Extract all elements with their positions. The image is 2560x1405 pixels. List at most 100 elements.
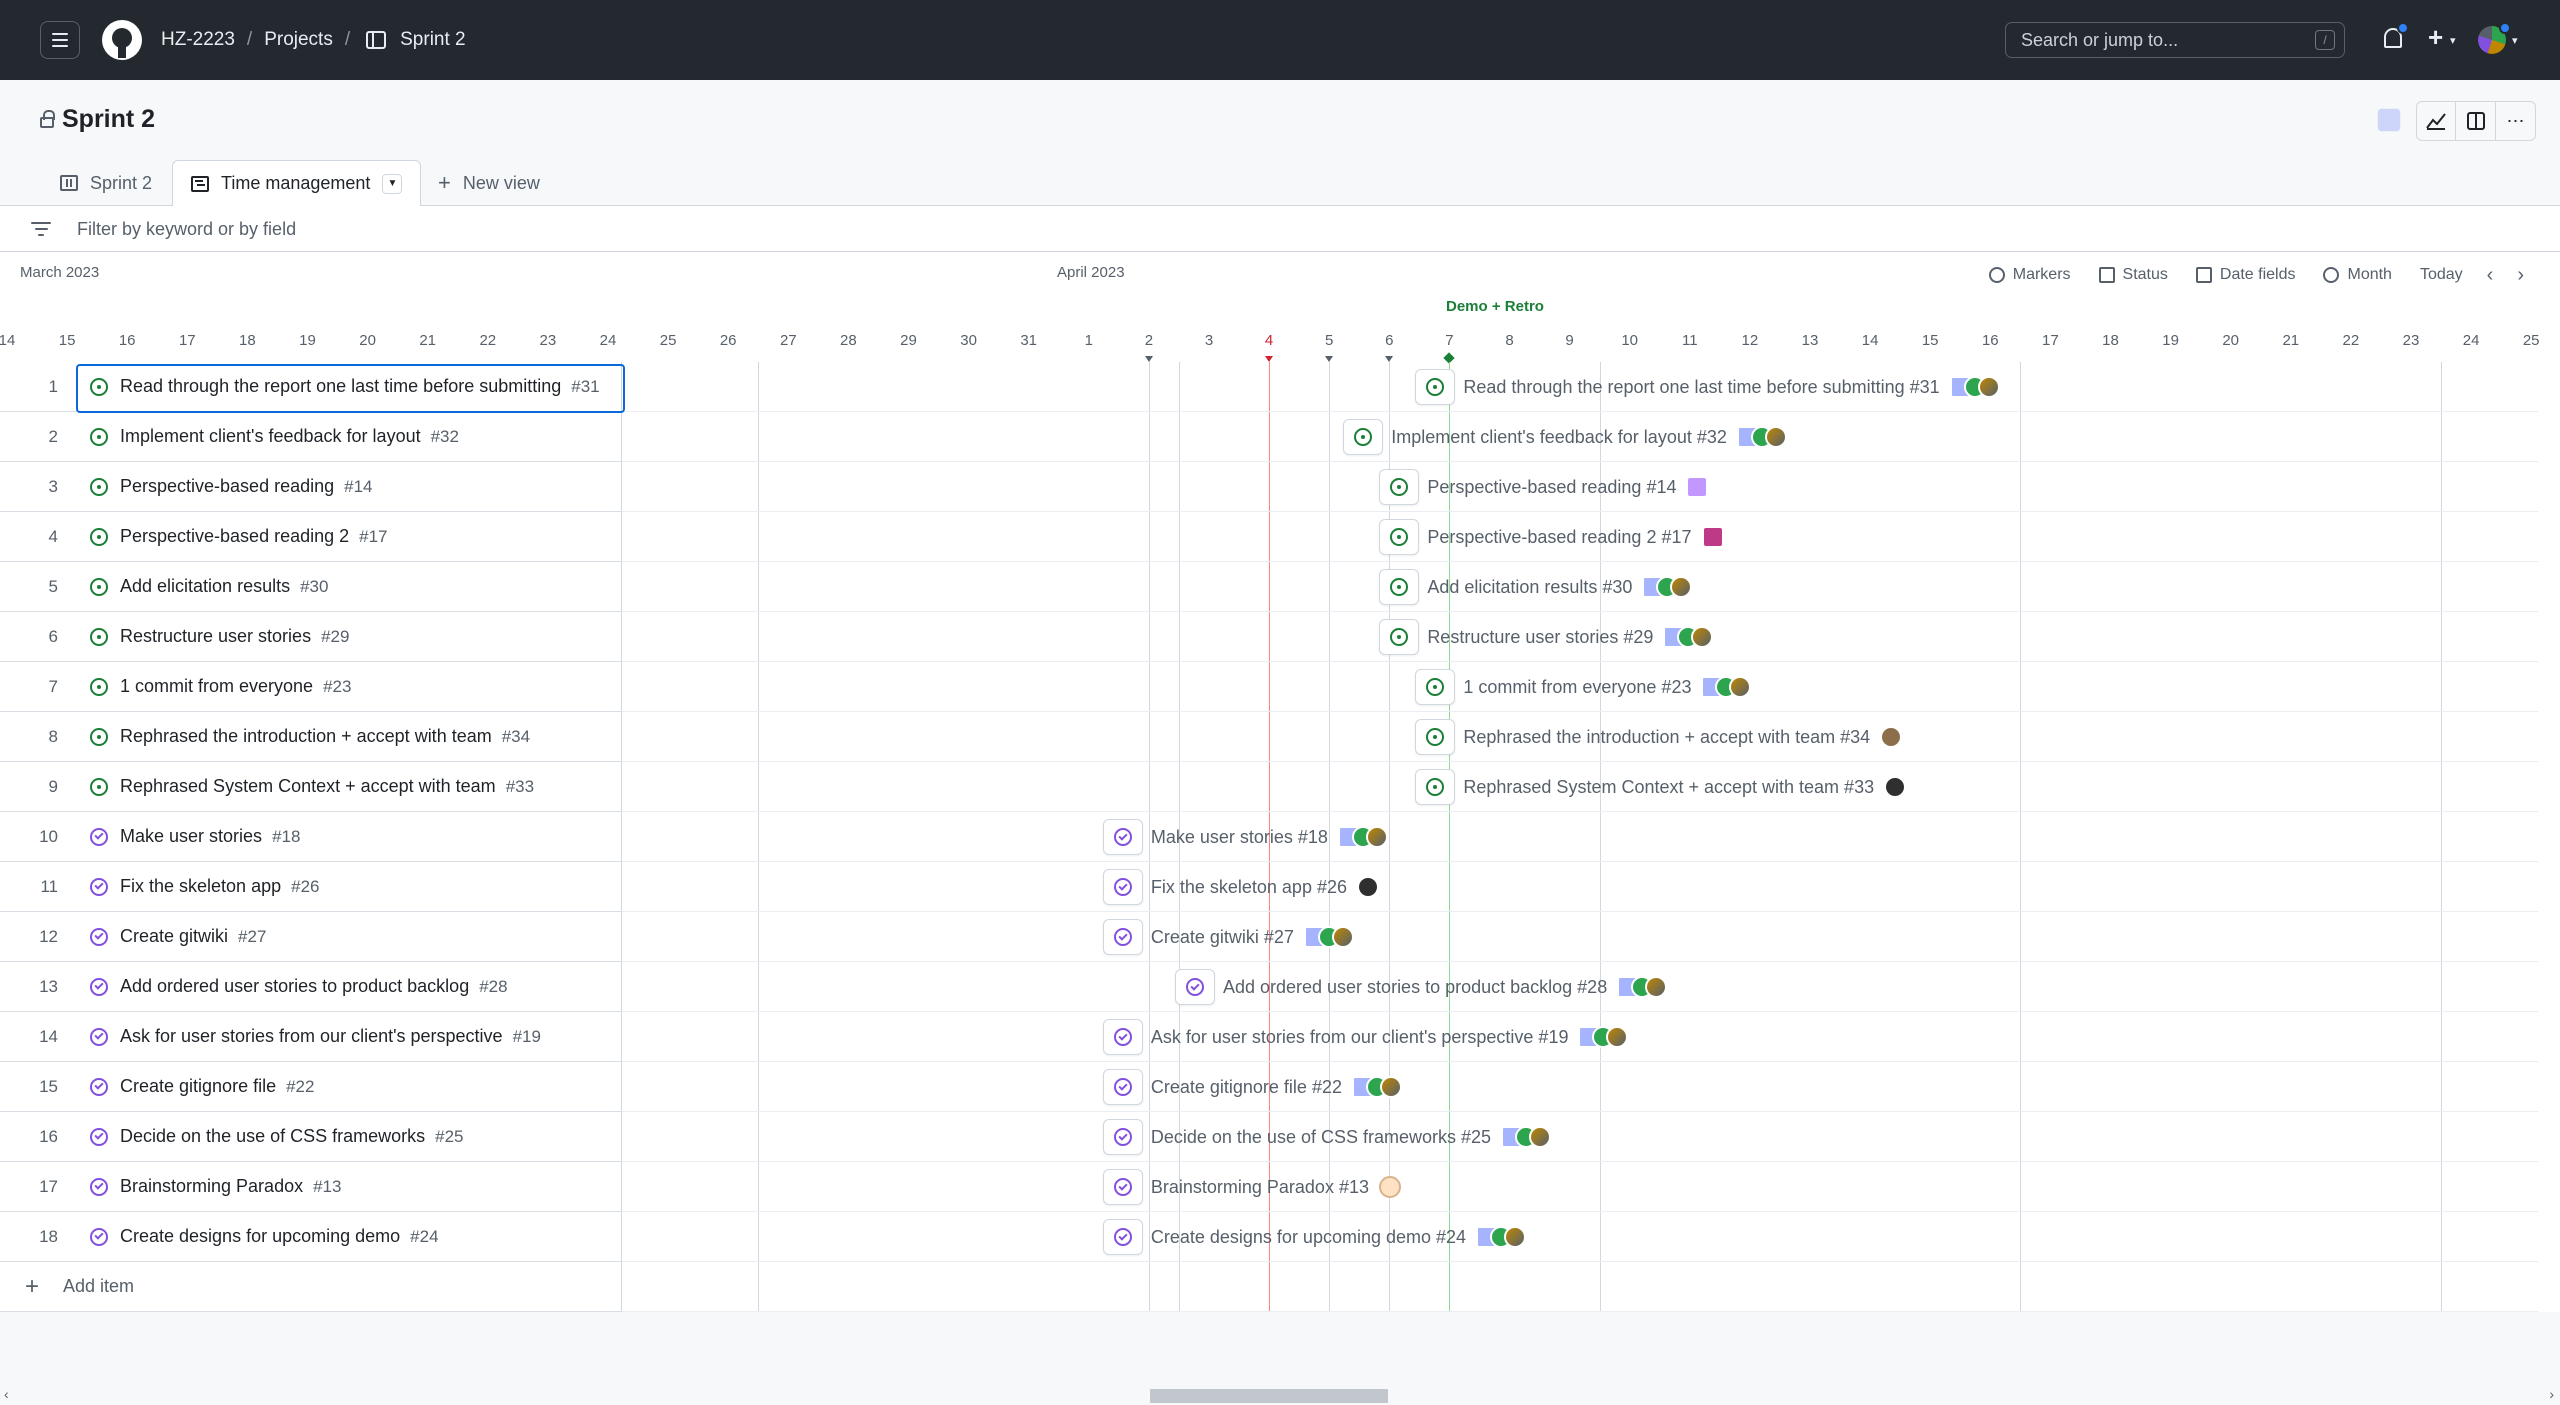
scroll-left-arrow-icon[interactable]: ‹ [4, 1386, 9, 1402]
item-title[interactable]: Restructure user stories [120, 626, 311, 647]
tab-time-management[interactable]: Time management ▼ [172, 160, 422, 207]
item-title[interactable]: Implement client's feedback for layout [120, 426, 421, 447]
item-title[interactable]: Make user stories [120, 826, 262, 847]
assignee-avatar[interactable] [1645, 976, 1668, 998]
sort-status-button[interactable]: Status [2098, 266, 2168, 284]
assignee-avatar[interactable] [1880, 726, 1903, 748]
timeline-item-bar[interactable]: Brainstorming Paradox #13 [1102, 1167, 1401, 1207]
markers-button[interactable]: Markers [1988, 266, 2071, 284]
timeline-item-bar[interactable]: Decide on the use of CSS frameworks #25 [1102, 1117, 1552, 1157]
table-row[interactable]: 1 Read through the report one last time b… [0, 362, 625, 413]
assignee-avatar[interactable] [1379, 1076, 1402, 1098]
github-logo-icon[interactable] [102, 20, 142, 60]
item-title[interactable]: Fix the skeleton app [120, 876, 281, 897]
item-title[interactable]: Decide on the use of CSS frameworks [120, 1126, 425, 1147]
sidebar-panel-icon[interactable] [2456, 101, 2496, 141]
item-title[interactable]: 1 commit from everyone [120, 676, 313, 697]
item-status-pill[interactable] [1415, 769, 1456, 805]
breadcrumb-projects[interactable]: Projects [264, 29, 333, 51]
table-row[interactable]: 12 Create gitwiki #27 [0, 912, 622, 962]
item-status-pill[interactable] [1102, 869, 1143, 905]
more-options-icon[interactable]: ⋯ [2496, 101, 2536, 141]
item-status-pill[interactable] [1379, 469, 1420, 505]
assignee-avatar[interactable] [1529, 1126, 1552, 1148]
assignee-avatar[interactable] [1701, 526, 1724, 548]
assignee-avatar[interactable] [1691, 626, 1714, 648]
tab-sprint-2[interactable]: Sprint 2 [60, 160, 152, 206]
search-input[interactable]: Search or jump to... / [2005, 22, 2345, 58]
item-title[interactable]: Read through the report one last time be… [120, 376, 561, 397]
assignee-avatar[interactable] [1729, 676, 1752, 698]
assignee-avatar[interactable] [1606, 1026, 1629, 1048]
timeline-item-bar[interactable]: Ask for user stories from our client's p… [1102, 1017, 1629, 1057]
item-status-pill[interactable] [1102, 1069, 1143, 1105]
timeline-item-bar[interactable]: 1 commit from everyone #23 [1415, 667, 1752, 707]
timeline-item-bar[interactable]: Implement client's feedback for layout #… [1343, 417, 1787, 457]
zoom-level-button[interactable]: Month [2323, 266, 2392, 284]
timeline-item-bar[interactable]: Add ordered user stories to product back… [1174, 967, 1668, 1007]
assignee-avatar[interactable] [1884, 776, 1907, 798]
item-title[interactable]: Perspective-based reading [120, 476, 334, 497]
timeline-item-bar[interactable]: Create gitignore file #22 [1102, 1067, 1402, 1107]
item-title[interactable]: Ask for user stories from our client's p… [120, 1026, 503, 1047]
table-row[interactable]: 15 Create gitignore file #22 [0, 1062, 622, 1112]
chevron-left-icon[interactable]: ‹ [2487, 264, 2494, 287]
table-row[interactable]: 14 Ask for user stories from our client's… [0, 1012, 622, 1062]
table-row[interactable]: 8 Rephrased the introduction + accept wit… [0, 712, 622, 762]
item-status-pill[interactable] [1102, 819, 1143, 855]
add-item-button[interactable]: + Add item [0, 1262, 622, 1312]
tab-new-view[interactable]: + New view [438, 160, 540, 206]
breadcrumb-board[interactable]: Sprint 2 [400, 29, 465, 51]
timeline-item-bar[interactable]: Perspective-based reading #14 [1379, 467, 1709, 507]
item-status-pill[interactable] [1379, 569, 1420, 605]
item-title[interactable]: Rephrased the introduction + accept with… [120, 726, 492, 747]
date-fields-button[interactable]: Date fields [2195, 266, 2295, 284]
assignee-avatar[interactable] [1365, 826, 1388, 848]
assignee-avatar[interactable] [1670, 576, 1693, 598]
assignee-avatar[interactable] [1977, 376, 2000, 398]
table-row[interactable]: 6 Restructure user stories #29 [0, 612, 622, 662]
timeline-item-bar[interactable]: Restructure user stories #29 [1379, 617, 1714, 657]
tab-options-chevron-icon[interactable]: ▼ [382, 173, 403, 194]
menu-icon[interactable] [40, 21, 80, 59]
item-title[interactable]: Perspective-based reading 2 [120, 526, 349, 547]
table-row[interactable]: 17 Brainstorming Paradox #13 [0, 1162, 622, 1212]
item-status-pill[interactable] [1379, 519, 1420, 555]
scroll-right-arrow-icon[interactable]: › [2549, 1386, 2554, 1402]
breadcrumb-org[interactable]: HZ-2223 [161, 29, 235, 51]
timeline-item-bar[interactable]: Rephrased System Context + accept with t… [1415, 767, 1907, 807]
timeline-item-bar[interactable]: Create designs for upcoming demo #24 [1102, 1217, 1527, 1257]
table-row[interactable]: 18 Create designs for upcoming demo #24 [0, 1212, 622, 1262]
item-title[interactable]: Brainstorming Paradox [120, 1176, 303, 1197]
assignee-avatar[interactable] [1378, 1176, 1401, 1198]
item-status-pill[interactable] [1102, 919, 1143, 955]
item-status-pill[interactable] [1174, 969, 1215, 1005]
timeline-item-bar[interactable]: Make user stories #18 [1102, 817, 1388, 857]
item-status-pill[interactable] [1102, 1219, 1143, 1255]
table-row[interactable]: 16 Decide on the use of CSS frameworks #25 [0, 1112, 622, 1162]
chevron-right-icon[interactable]: › [2517, 264, 2524, 287]
item-title[interactable]: Add elicitation results [120, 576, 290, 597]
item-title[interactable]: Create designs for upcoming demo [120, 1226, 400, 1247]
timeline-item-bar[interactable]: Create gitwiki #27 [1102, 917, 1354, 957]
project-title[interactable]: Sprint 2 [62, 105, 155, 134]
assignee-avatar[interactable] [1686, 476, 1709, 498]
table-row[interactable]: 11 Fix the skeleton app #26 [0, 862, 622, 912]
item-title[interactable]: Add ordered user stories to product back… [120, 976, 469, 997]
assignee-avatar[interactable] [1764, 426, 1787, 448]
assignee-avatar[interactable] [1331, 926, 1354, 948]
table-row[interactable]: 9 Rephrased System Context + accept with … [0, 762, 622, 812]
table-row[interactable]: 2 Implement client's feedback for layout #… [0, 412, 622, 462]
item-status-pill[interactable] [1102, 1119, 1143, 1155]
table-row[interactable]: 3 Perspective-based reading #14 [0, 462, 622, 512]
item-title[interactable]: Create gitignore file [120, 1076, 276, 1097]
item-status-pill[interactable] [1343, 419, 1384, 455]
create-new-plus-icon[interactable]: + [2428, 22, 2443, 53]
filter-input[interactable]: Filter by keyword or by field [77, 219, 296, 240]
table-row[interactable]: 10 Make user stories #18 [0, 812, 622, 862]
timeline-item-bar[interactable]: Rephrased the introduction + accept with… [1415, 717, 1903, 757]
timeline-item-bar[interactable]: Fix the skeleton app #26 [1102, 867, 1379, 907]
timeline-item-bar[interactable]: Add elicitation results #30 [1379, 567, 1693, 607]
item-status-pill[interactable] [1415, 669, 1456, 705]
item-status-pill[interactable] [1102, 1019, 1143, 1055]
